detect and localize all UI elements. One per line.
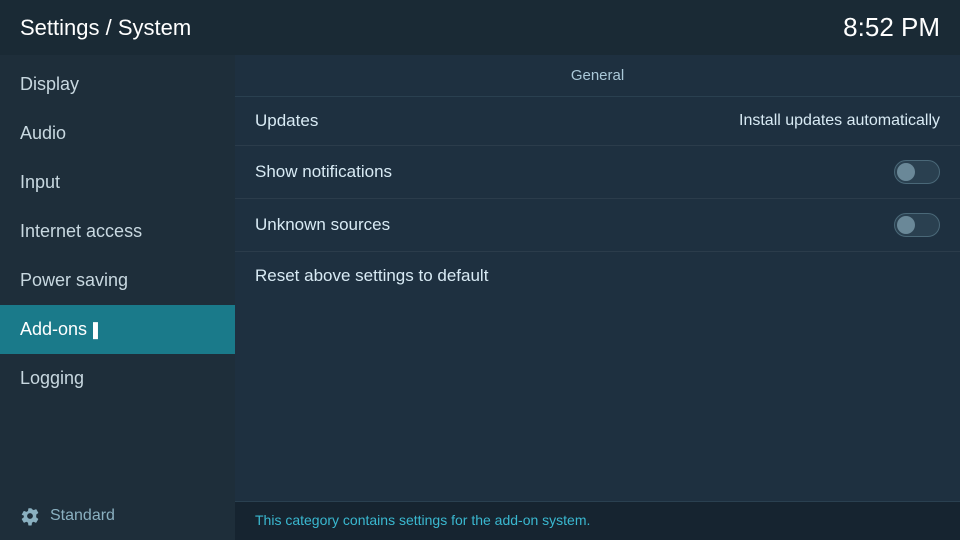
sidebar-item-input[interactable]: Input	[0, 158, 235, 207]
profile-label: Standard	[50, 507, 115, 525]
sidebar-label-add-ons: Add-ons	[20, 319, 87, 340]
content-area: General Updates Install updates automati…	[235, 55, 960, 540]
cursor-icon: ▌	[93, 322, 103, 338]
unknown-sources-label: Unknown sources	[255, 215, 390, 235]
settings-row-updates[interactable]: Updates Install updates automatically	[235, 97, 960, 146]
clock: 8:52 PM	[843, 12, 940, 43]
sidebar-label-internet-access: Internet access	[20, 221, 142, 242]
sidebar-item-power-saving[interactable]: Power saving	[0, 256, 235, 305]
reset-label: Reset above settings to default	[255, 266, 488, 285]
updates-label: Updates	[255, 111, 318, 131]
page-title: Settings / System	[20, 15, 191, 41]
gear-icon	[20, 506, 40, 526]
sidebar-label-power-saving: Power saving	[20, 270, 128, 291]
sidebar-label-input: Input	[20, 172, 60, 193]
settings-panel: General Updates Install updates automati…	[235, 55, 960, 501]
sidebar-item-internet-access[interactable]: Internet access	[0, 207, 235, 256]
unknown-sources-toggle[interactable]	[894, 213, 940, 237]
sidebar: Display Audio Input Internet access Powe…	[0, 55, 235, 540]
settings-row-reset[interactable]: Reset above settings to default	[235, 252, 960, 300]
show-notifications-toggle[interactable]	[894, 160, 940, 184]
section-header: General	[235, 55, 960, 97]
sidebar-label-display: Display	[20, 74, 79, 95]
info-bar: This category contains settings for the …	[235, 501, 960, 540]
show-notifications-label: Show notifications	[255, 162, 392, 182]
settings-row-unknown-sources[interactable]: Unknown sources	[235, 199, 960, 252]
sidebar-label-audio: Audio	[20, 123, 66, 144]
sidebar-item-add-ons[interactable]: Add-ons ▌	[0, 305, 235, 354]
updates-value: Install updates automatically	[739, 112, 940, 130]
info-text: This category contains settings for the …	[255, 512, 590, 528]
sidebar-label-logging: Logging	[20, 368, 84, 389]
sidebar-item-logging[interactable]: Logging	[0, 354, 235, 403]
sidebar-footer[interactable]: Standard	[0, 492, 235, 540]
main-layout: Display Audio Input Internet access Powe…	[0, 55, 960, 540]
sidebar-item-audio[interactable]: Audio	[0, 109, 235, 158]
sidebar-item-display[interactable]: Display	[0, 60, 235, 109]
settings-row-show-notifications[interactable]: Show notifications	[235, 146, 960, 199]
header: Settings / System 8:52 PM	[0, 0, 960, 55]
